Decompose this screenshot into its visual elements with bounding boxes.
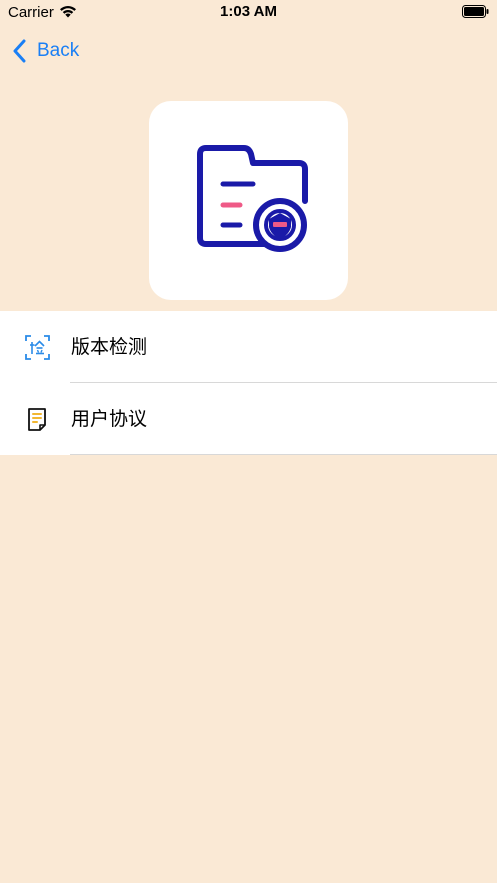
chevron-left-icon — [13, 39, 26, 63]
battery-icon — [462, 5, 489, 18]
scan-check-icon — [25, 335, 50, 360]
document-icon — [28, 408, 46, 431]
menu-item-version-check[interactable]: 版本检测 — [0, 311, 497, 383]
menu-item-label: 版本检测 — [71, 336, 148, 358]
back-label: Back — [37, 40, 80, 61]
settings-menu: 版本检测 用户协议 — [0, 311, 497, 455]
status-time: 1:03 AM — [220, 3, 277, 20]
menu-item-user-agreement[interactable]: 用户协议 — [0, 383, 497, 455]
status-bar: Carrier 1:03 AM — [0, 0, 497, 26]
secure-folder-icon — [197, 145, 308, 252]
back-button[interactable]: Back — [12, 36, 79, 66]
menu-item-label: 用户协议 — [71, 408, 148, 430]
app-logo — [149, 101, 348, 300]
divider — [70, 454, 497, 455]
